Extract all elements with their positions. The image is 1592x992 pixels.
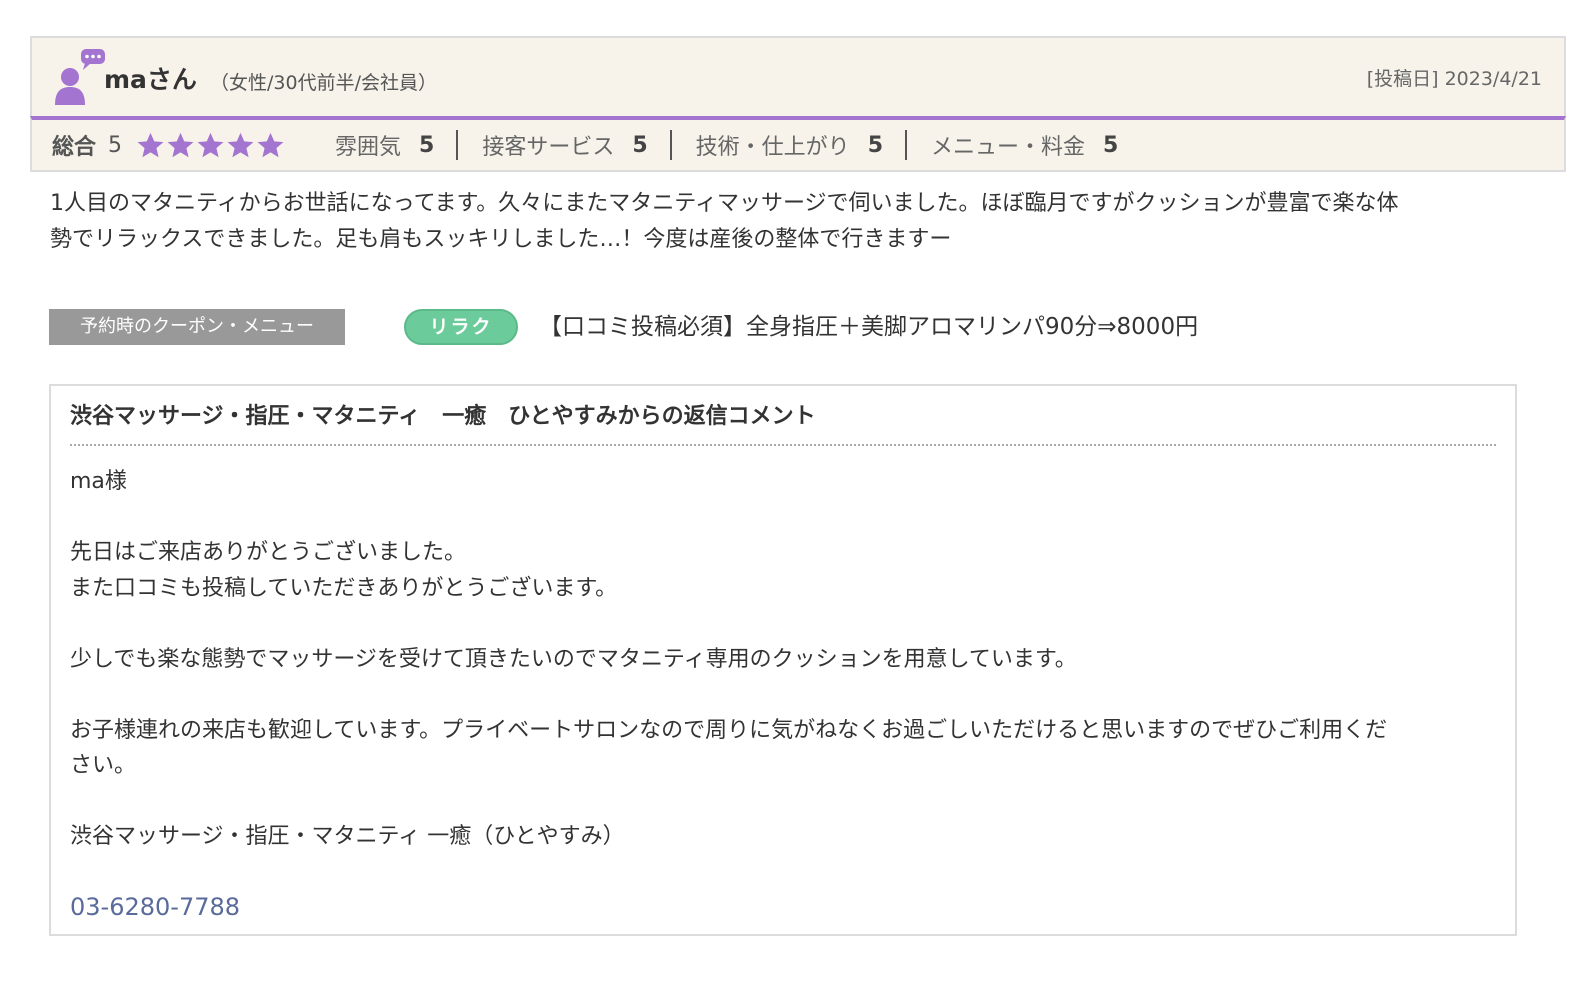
reviewer-name: maさん: [104, 65, 197, 94]
rating-bar: 総合 5 雰囲気 5 接客サービス 5 技術・仕上がり 5 メニュー・料金 5: [30, 116, 1566, 172]
review-header: maさん （女性/30代前半/会社員） [投稿日] 2023/4/21: [30, 36, 1566, 116]
rating-technique-label: 技術・仕上がり: [695, 135, 850, 160]
phone-number-link[interactable]: 03-6280-7788: [70, 890, 1490, 926]
coupon-menu-tag: 予約時のクーポン・メニュー: [49, 309, 345, 345]
coupon-menu-row: 予約時のクーポン・メニュー リラク 【口コミ投稿必須】全身指圧＋美脚アロマリンパ…: [49, 309, 1529, 345]
reply-paragraph: 先日はご来店ありがとうございました。 また口コミも投稿していただきありがとうござ…: [70, 535, 1490, 606]
rating-service-value: 5: [632, 132, 648, 158]
divider: [456, 130, 459, 160]
star-icon: [137, 132, 164, 157]
rating-service-label: 接客サービス: [482, 135, 615, 160]
category-badge: リラク: [404, 309, 518, 345]
review-text-line: 1人目のマタニティからお世話になってます。久々にまたマタニティマッサージで伺いま…: [50, 191, 1399, 216]
reply-paragraph: 少しでも楽な態勢でマッサージを受けて頂きたいのでマタニティ専用のクッションを用意…: [70, 646, 1077, 672]
user-comment-icon: [55, 49, 105, 105]
total-rating-label: 総合: [52, 135, 97, 160]
star-icon: [257, 132, 284, 157]
star-icon: [197, 132, 224, 157]
reply-title: 渋谷マッサージ・指圧・マタニティ 一癒 ひとやすみからの返信コメント: [70, 398, 1496, 446]
rating-atmosphere-label: 雰囲気: [335, 135, 402, 160]
rating-atmosphere-value: 5: [419, 132, 435, 158]
reply-signature: 渋谷マッサージ・指圧・マタニティ 一癒（ひとやすみ）: [70, 824, 625, 849]
review-text: 1人目のマタニティからお世話になってます。久々にまたマタニティマッサージで伺いま…: [50, 186, 1510, 258]
reply-body: ma様 先日はご来店ありがとうございました。 また口コミも投稿していただきありが…: [70, 464, 1490, 926]
reply-line: お子様連れの来店も歓迎しています。プライベートサロンなので周りに気がねなくお過ご…: [70, 717, 1388, 743]
review-text-line: 勢でリラックスできました。足も肩もスッキリしました…！今度は産後の整体で行きます…: [50, 227, 952, 252]
rating-price-value: 5: [1103, 132, 1119, 158]
reply-line: また口コミも投稿していただきありがとうございます。: [70, 575, 618, 601]
reply-line: 先日はご来店ありがとうございました。: [70, 540, 467, 565]
divider: [905, 130, 907, 160]
post-date: [投稿日] 2023/4/21: [1366, 68, 1542, 90]
total-rating-value: 5: [108, 132, 123, 158]
reply-paragraph: お子様連れの来店も歓迎しています。プライベートサロンなので周りに気がねなくお過ご…: [70, 713, 1490, 784]
divider: [669, 130, 672, 160]
reply-greeting: ma様: [70, 469, 127, 494]
review-card: maさん （女性/30代前半/会社員） [投稿日] 2023/4/21 総合 5…: [30, 36, 1566, 172]
rating-technique-value: 5: [867, 132, 883, 158]
star-rating: [136, 131, 285, 160]
rating-price-label: メニュー・料金: [931, 135, 1086, 160]
reply-line: さい。: [70, 753, 137, 778]
star-icon: [227, 132, 254, 157]
coupon-menu-name[interactable]: 【口コミ投稿必須】全身指圧＋美脚アロマリンパ90分⇒8000円: [539, 310, 1198, 344]
star-icon: [167, 132, 194, 157]
salon-reply: 渋谷マッサージ・指圧・マタニティ 一癒 ひとやすみからの返信コメント ma様 先…: [49, 384, 1517, 936]
reviewer-attributes: （女性/30代前半/会社員）: [210, 72, 437, 94]
